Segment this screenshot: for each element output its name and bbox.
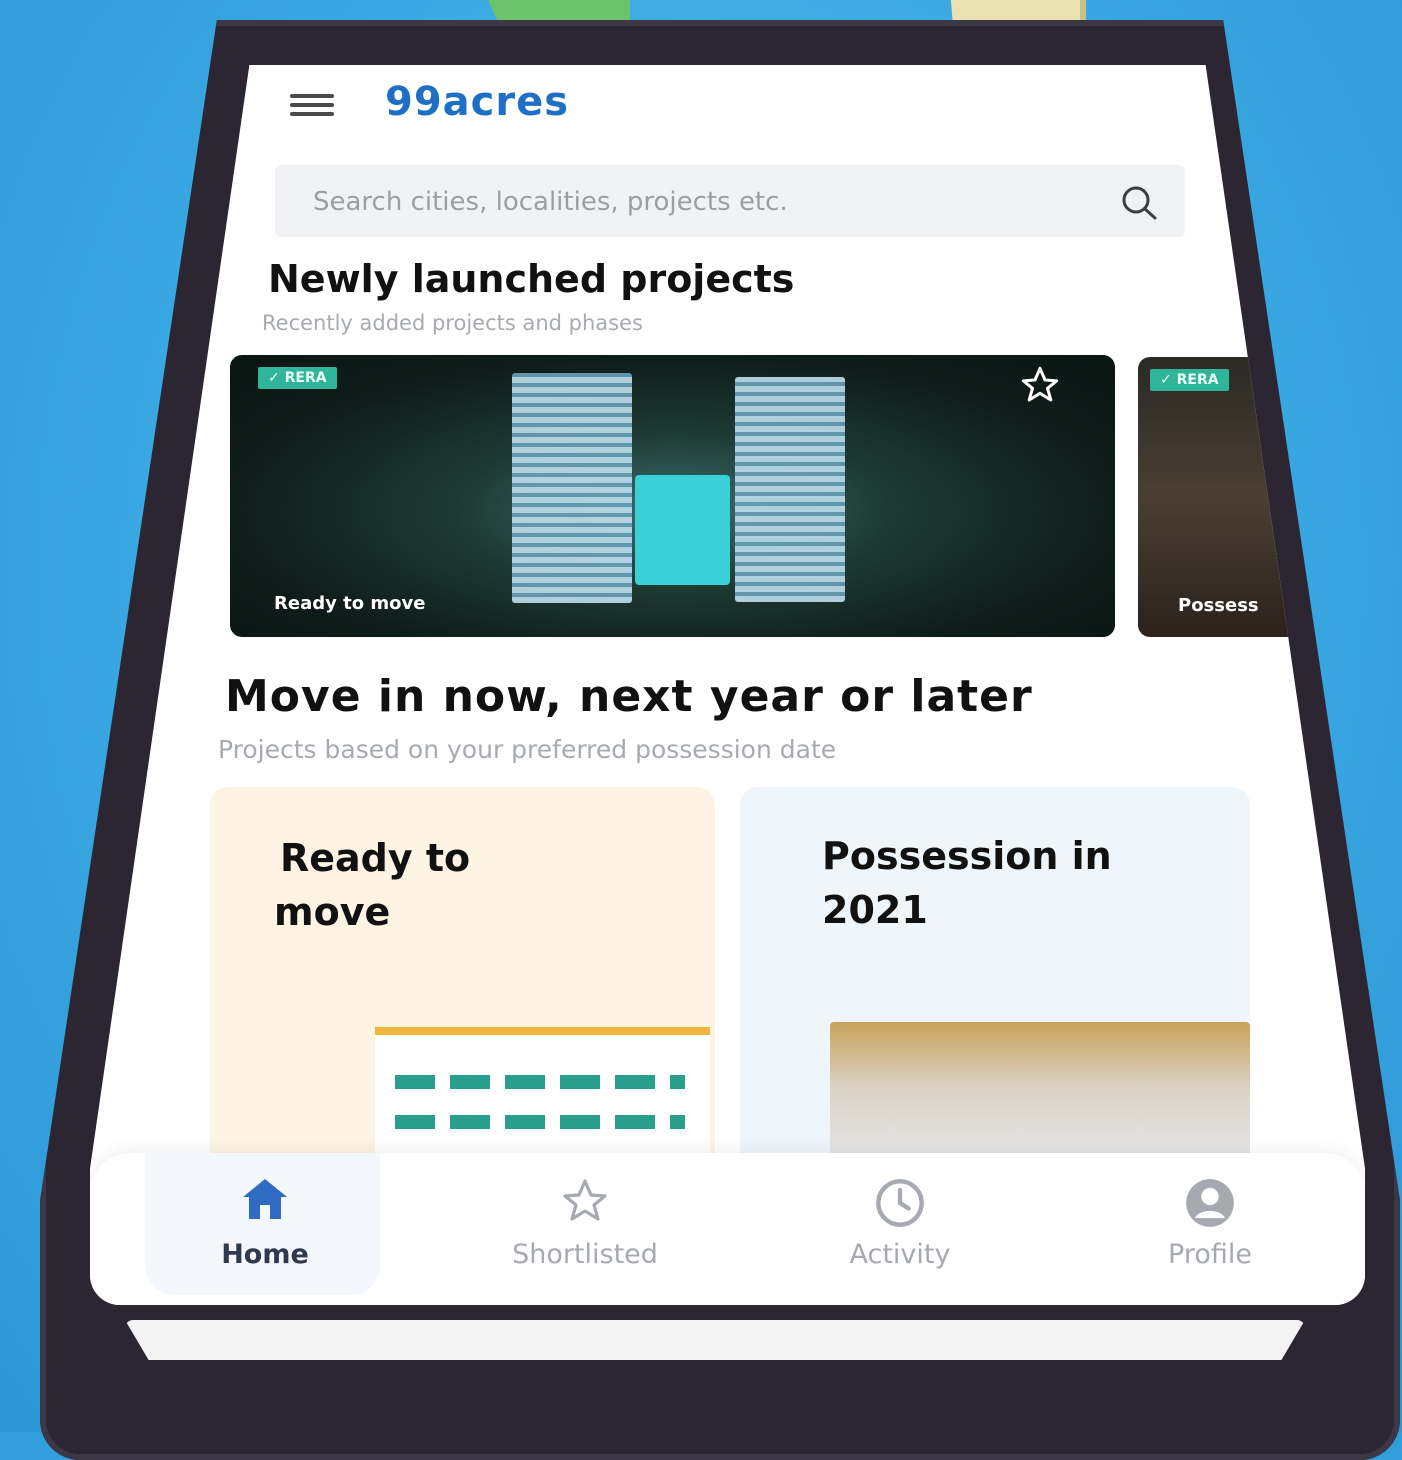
search-bar[interactable]	[275, 165, 1185, 237]
star-icon	[563, 1179, 607, 1221]
tile-title-line2: 2021	[822, 888, 928, 932]
search-icon[interactable]	[1119, 183, 1159, 223]
tile-title-line1: Possession in	[822, 834, 1112, 878]
brand-logo[interactable]: 99acres	[385, 79, 569, 125]
section-title-possession: Move in now, next year or later	[225, 671, 1033, 722]
clock-icon	[876, 1179, 924, 1227]
nav-item-home[interactable]: Home	[145, 1153, 385, 1305]
project-image-tower	[735, 377, 845, 602]
section-subtitle-newly-launched: Recently added projects and phases	[262, 311, 643, 335]
section-subtitle-possession: Projects based on your preferred possess…	[218, 735, 837, 764]
bottom-navigation: Home Shortlisted Activity Profile	[90, 1153, 1365, 1305]
home-icon	[243, 1179, 287, 1219]
rera-badge: ✓ RERA	[258, 367, 337, 389]
project-image-tower	[512, 373, 632, 603]
search-input[interactable]	[311, 181, 1075, 223]
nav-item-profile[interactable]: Profile	[1090, 1153, 1330, 1305]
tile-title-line1: Ready to	[280, 836, 471, 880]
phone-chin	[125, 1320, 1305, 1360]
app-screen: 99acres Newly launched projects Recently…	[90, 65, 1365, 1305]
possession-tile-2021[interactable]: Possession in 2021	[740, 787, 1250, 1167]
nav-item-shortlisted[interactable]: Shortlisted	[465, 1153, 705, 1305]
project-image-pool	[635, 475, 730, 585]
nav-label-activity: Activity	[849, 1239, 951, 1270]
section-title-newly-launched: Newly launched projects	[268, 257, 795, 301]
nav-item-activity[interactable]: Activity	[780, 1153, 1020, 1305]
nav-label-home: Home	[221, 1239, 309, 1270]
project-status-label: Possess	[1178, 595, 1259, 616]
hamburger-menu-icon[interactable]	[290, 94, 334, 116]
nav-label-shortlisted: Shortlisted	[512, 1239, 658, 1270]
project-card[interactable]: ✓ RERA Ready to move	[230, 355, 1115, 637]
building-illustration	[375, 1027, 710, 1167]
nav-label-profile: Profile	[1168, 1239, 1252, 1270]
possession-tile-ready[interactable]: Ready to move	[210, 787, 715, 1167]
tile-title-line2: move	[274, 890, 391, 934]
construction-illustration	[830, 1022, 1250, 1167]
rera-badge: ✓ RERA	[1150, 369, 1229, 391]
project-card[interactable]: ✓ RERA Possess	[1138, 357, 1365, 637]
shortlist-star-icon[interactable]	[1020, 365, 1060, 405]
project-status-label: Ready to move	[274, 593, 426, 614]
profile-icon	[1186, 1179, 1234, 1227]
